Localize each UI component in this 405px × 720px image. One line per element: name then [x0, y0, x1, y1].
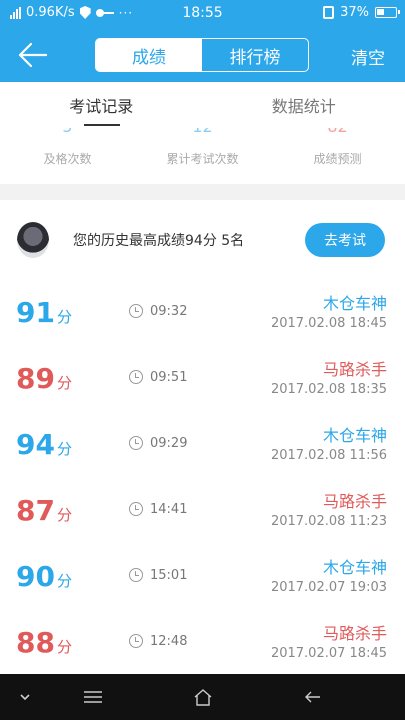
stat-total-exams: 12 累计考试次数 [135, 128, 270, 184]
clock-icon [129, 370, 143, 384]
tab-scores[interactable]: 成绩 [96, 39, 202, 71]
screen: 0.96K/s ··· 18:55 37% 成绩 排行榜 清空 考试记录 数据统… [0, 0, 405, 720]
record-row[interactable]: 87 分 14:41 马路杀手 2017.02.08 11:23 [0, 478, 405, 544]
status-right: 37% [323, 5, 400, 20]
record-score: 88 分 [16, 626, 72, 659]
stat-value: 5 [0, 128, 135, 136]
records-list: 91 分 09:32 木仓车神 2017.02.08 18:45 89 分 09:5… [0, 280, 405, 674]
sub-tabs: 考试记录 数据统计 [0, 82, 405, 128]
record-score: 90 分 [16, 560, 72, 593]
stat-value: 12 [135, 128, 270, 136]
stat-label: 累计考试次数 [166, 152, 239, 166]
clock-icon [129, 568, 143, 582]
menu-icon [84, 691, 102, 703]
record-score: 89 分 [16, 362, 72, 395]
clock-icon [129, 304, 143, 318]
stat-value: 82 [270, 128, 405, 136]
back-icon [305, 691, 320, 703]
stat-pass-count: 5 及格次数 [0, 128, 135, 184]
nav-menu-button[interactable] [63, 674, 123, 720]
avatar [17, 222, 49, 258]
stat-label: 及格次数 [43, 152, 92, 166]
nav-back-button[interactable] [284, 674, 344, 720]
record-row[interactable]: 94 分 09:29 木仓车神 2017.02.08 11:56 [0, 412, 405, 478]
clock-icon [129, 436, 143, 450]
record-datetime: 2017.02.08 18:45 [270, 316, 387, 331]
phone-icon [323, 6, 335, 19]
record-name: 马路杀手 [322, 360, 387, 379]
record-duration: 15:01 [150, 568, 188, 583]
record-datetime: 2017.02.08 11:23 [270, 514, 387, 529]
battery-percent: 37% [340, 5, 369, 20]
back-button[interactable] [18, 42, 48, 68]
home-icon [194, 689, 212, 706]
record-row[interactable]: 90 分 15:01 木仓车神 2017.02.07 19:03 [0, 544, 405, 610]
chevron-down-icon [20, 694, 30, 701]
nav-collapse-button[interactable] [0, 674, 55, 720]
battery-icon [375, 7, 400, 18]
record-duration: 09:32 [150, 304, 188, 319]
clock-icon [129, 502, 143, 516]
record-duration: 14:41 [150, 502, 188, 517]
tab-data-stats[interactable]: 数据统计 [203, 82, 405, 128]
clear-button[interactable]: 清空 [351, 44, 385, 69]
stats-panel: 5 及格次数 12 累计考试次数 82 成绩预测 [0, 128, 405, 184]
record-datetime: 2017.02.08 18:35 [270, 382, 387, 397]
stat-prediction: 82 成绩预测 [270, 128, 405, 184]
record-duration: 09:29 [150, 436, 188, 451]
tab-exam-records[interactable]: 考试记录 [0, 82, 203, 128]
record-datetime: 2017.02.08 11:56 [270, 448, 387, 463]
record-name: 木仓车神 [322, 558, 387, 577]
back-arrow-icon [18, 42, 48, 68]
record-score: 94 分 [16, 428, 72, 461]
stat-label: 成绩预测 [313, 152, 362, 166]
record-name: 马路杀手 [322, 492, 387, 511]
status-bar: 0.96K/s ··· 18:55 37% [0, 0, 405, 28]
record-name: 木仓车神 [322, 294, 387, 313]
record-row[interactable]: 89 分 09:51 马路杀手 2017.02.08 18:35 [0, 346, 405, 412]
system-nav-bar [0, 674, 405, 720]
segment-control: 成绩 排行榜 [95, 38, 309, 72]
record-datetime: 2017.02.07 18:45 [270, 646, 387, 661]
record-name: 木仓车神 [322, 426, 387, 445]
tab-leaderboard[interactable]: 排行榜 [202, 39, 308, 71]
title-bar: 成绩 排行榜 清空 [0, 28, 405, 82]
nav-home-button[interactable] [173, 674, 233, 720]
clock-icon [129, 634, 143, 648]
record-score: 87 分 [16, 494, 72, 527]
record-datetime: 2017.02.07 19:03 [270, 580, 387, 595]
record-score: 91 分 [16, 296, 72, 329]
record-duration: 12:48 [150, 634, 188, 649]
best-score-text: 您的历史最高成绩94分 5名 [73, 233, 245, 249]
record-name: 马路杀手 [322, 624, 387, 643]
section-divider [0, 184, 405, 200]
record-row[interactable]: 91 分 09:32 木仓车神 2017.02.08 18:45 [0, 280, 405, 346]
record-row[interactable]: 88 分 12:48 马路杀手 2017.02.07 18:45 [0, 610, 405, 674]
best-score-bar: 您的历史最高成绩94分 5名 去考试 [0, 200, 405, 280]
record-duration: 09:51 [150, 370, 188, 385]
go-exam-button[interactable]: 去考试 [305, 223, 385, 257]
